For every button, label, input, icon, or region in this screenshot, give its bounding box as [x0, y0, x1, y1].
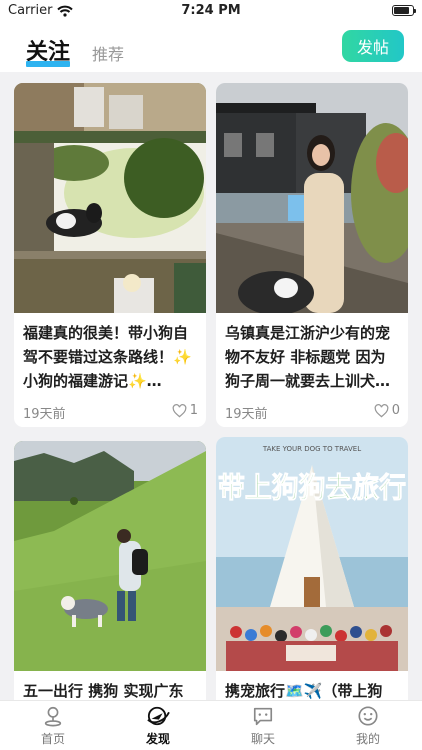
post-title-3: 五一出行 携狗 实现广东	[23, 682, 184, 700]
battery-icon	[392, 5, 416, 16]
tab-profile[interactable]: 我的	[338, 705, 398, 747]
like-button-1[interactable]: 1	[172, 403, 198, 418]
post-meta-1: 19天前 1	[23, 403, 198, 423]
post-image-3	[14, 441, 206, 671]
post-card-3[interactable]: 五一出行 携狗 实现广东	[14, 441, 206, 700]
post-card-4[interactable]: 带上狗狗去旅行 TAKE YOUR DOG TO TRAVEL 携宠旅行🗺️✈️…	[216, 437, 408, 700]
like-count-1: 1	[189, 403, 198, 418]
post-time-1: 19天前	[23, 407, 66, 422]
chat-icon	[253, 707, 273, 726]
post-title-1: 福建真的很美！带小狗自驾不要错过这条路线！✨小狗的福建游记✨…	[23, 324, 192, 390]
status-time: 7:24 PM	[181, 3, 241, 18]
status-bar: Carrier 7:24 PM	[0, 0, 422, 22]
image-banner-small-text: TAKE YOUR DOG TO TRAVEL	[262, 445, 361, 453]
tab-discover[interactable]: 发现	[128, 705, 188, 747]
post-title-4: 携宠旅行🗺️✈️（带上狗	[225, 682, 383, 700]
tab-chat-label: 聊天	[250, 732, 275, 746]
tab-home[interactable]: 首页	[23, 705, 83, 747]
profile-smile-icon	[358, 706, 378, 726]
home-pin-icon	[44, 706, 62, 727]
heart-icon	[172, 403, 187, 417]
active-tab-indicator	[26, 61, 70, 67]
post-button[interactable]: 发帖	[342, 30, 404, 62]
discover-icon	[147, 706, 170, 726]
post-image-4: 带上狗狗去旅行 TAKE YOUR DOG TO TRAVEL	[216, 437, 408, 671]
post-image-1	[14, 83, 206, 313]
image-banner-text: 带上狗狗去旅行	[218, 471, 406, 504]
post-image-2	[216, 83, 408, 313]
tab-chat[interactable]: 聊天	[233, 705, 293, 747]
heart-icon	[374, 403, 389, 417]
top-header: 关注 推荐 发帖	[0, 22, 422, 72]
post-meta-2: 19天前 0	[225, 403, 400, 423]
like-button-2[interactable]: 0	[374, 403, 400, 418]
tab-discover-label: 发现	[145, 732, 170, 746]
feed[interactable]: 福建真的很美！带小狗自驾不要错过这条路线！✨小狗的福建游记✨… 19天前 1 乌…	[0, 72, 422, 700]
like-count-2: 0	[391, 403, 400, 418]
tab-recommend[interactable]: 推荐	[92, 41, 124, 65]
post-card-1[interactable]: 福建真的很美！带小狗自驾不要错过这条路线！✨小狗的福建游记✨… 19天前 1	[14, 83, 206, 427]
post-time-2: 19天前	[225, 407, 268, 422]
post-card-2[interactable]: 乌镇真是江浙沪少有的宠物不友好 非标题党 因为狗子周一就要去上训犬… 19天前 …	[216, 83, 408, 427]
tab-profile-label: 我的	[355, 732, 380, 746]
bottom-tab-bar: 首页 发现 聊天 我的	[0, 700, 422, 750]
post-title-2: 乌镇真是江浙沪少有的宠物不友好 非标题党 因为狗子周一就要去上训犬…	[225, 324, 391, 390]
tab-home-label: 首页	[40, 732, 65, 746]
